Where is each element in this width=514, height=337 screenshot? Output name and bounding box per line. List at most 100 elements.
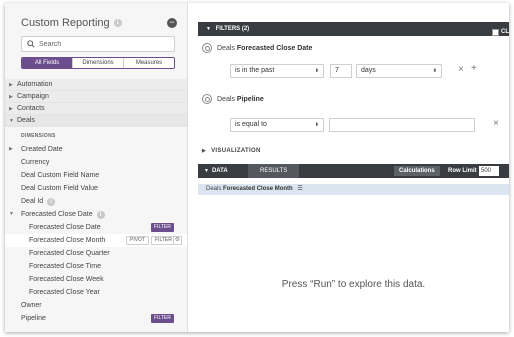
pivot-button[interactable]: PIVOT [126, 236, 150, 245]
field-label: Owner [21, 302, 42, 309]
tab-data-label: DATA [211, 168, 228, 174]
category-label: Campaign [17, 93, 49, 100]
remove-filter-icon[interactable]: × [458, 64, 464, 75]
category-automation[interactable]: ▶ Automation [5, 79, 187, 91]
field-deal-custom-field-value[interactable]: Deal Custom Field Value [5, 182, 187, 195]
caret-down-icon: ▼ [206, 26, 211, 32]
field-label: Forecasted Close Month [29, 237, 106, 244]
select-value: is equal to [235, 121, 267, 128]
empty-state-message: Press “Run” to explore this data. [281, 279, 426, 290]
app-title: Custom Reporting i [21, 17, 122, 29]
filter-tag[interactable]: FILTER [151, 314, 174, 323]
filters-title: FILTERS (2) [215, 26, 250, 32]
field-label: Forecasted Close Year [29, 289, 100, 296]
caret-down-icon: ▼ [9, 118, 14, 124]
field-label: Deal Custom Field Value [21, 185, 98, 192]
visualization-toggle[interactable]: ▶ VISUALIZATION [202, 148, 261, 154]
segment-dimensions[interactable]: Dimensions [72, 58, 123, 68]
field-forecasted-close-date[interactable]: Forecasted Close Date FILTER [5, 221, 187, 234]
segment-all-fields[interactable]: All Fields [22, 58, 72, 68]
category-list: ▶ Automation ▶ Campaign ▶ Contacts ▼ Dea… [5, 79, 187, 127]
field-deal-custom-field-name[interactable]: Deal Custom Field Name [5, 169, 187, 182]
sort-icon[interactable]: ☰ [297, 186, 302, 192]
segment-measures[interactable]: Measures [123, 58, 174, 68]
caret-down-icon: ▼ [204, 168, 209, 174]
dimensions-heading: DIMENSIONS [21, 133, 56, 139]
clear-label: CL [501, 29, 509, 35]
field-label: Forecasted Close Date [21, 211, 93, 218]
filter-value-input[interactable] [329, 118, 475, 132]
column-header: Deals Forecasted Close Month ☰ [198, 184, 509, 195]
caret-right-icon: ▶ [9, 94, 13, 100]
calculations-button[interactable]: Calculations [394, 166, 440, 176]
field-label: Forecasted Close Week [29, 276, 104, 283]
gear-icon[interactable] [202, 94, 212, 104]
field-pipeline[interactable]: Pipeline FILTER [5, 312, 187, 325]
field-label: Pipeline [21, 315, 46, 322]
field-forecasted-close-date-group[interactable]: ▼ Forecasted Close Date i [5, 208, 187, 221]
info-icon[interactable]: i [96, 211, 105, 219]
info-icon[interactable]: i [113, 19, 122, 27]
select-arrows-icon: ⬍ [314, 122, 319, 128]
filter-tag[interactable]: FILTER [151, 223, 174, 232]
filter-unit-select[interactable]: days ⬍ [356, 64, 442, 78]
category-label: Deals [17, 117, 35, 124]
visualization-label: VISUALIZATION [211, 148, 261, 154]
app-title-text: Custom Reporting [21, 17, 110, 29]
filter-value-input[interactable]: 7 [330, 64, 352, 78]
info-icon[interactable]: i [47, 198, 56, 206]
row-limit-label: Row Limit [448, 168, 477, 174]
app-window: Custom Reporting i − All Fields Dimensio… [5, 3, 509, 332]
category-deals[interactable]: ▼ Deals [5, 115, 187, 127]
field-forecasted-close-time[interactable]: Forecasted Close Time [5, 260, 187, 273]
add-filter-icon[interactable]: + [471, 63, 477, 74]
collapse-sidebar-button[interactable]: − [167, 18, 177, 28]
filter-field-prefix: Deals [217, 44, 235, 52]
field-label: Forecasted Close Time [29, 263, 101, 270]
select-arrows-icon: ⬍ [432, 68, 437, 74]
gear-icon[interactable]: ⚙ [173, 236, 182, 245]
row-limit-input[interactable]: 500 [479, 166, 499, 176]
checkbox-icon [492, 28, 499, 36]
field-type-toggle: All Fields Dimensions Measures [21, 57, 175, 69]
field-deal-id[interactable]: Deal Id i [5, 195, 187, 208]
filter-operator-select[interactable]: is in the past ⬍ [230, 64, 324, 78]
search-input[interactable] [39, 40, 169, 48]
caret-right-icon: ▶ [9, 106, 13, 112]
remove-filter-icon[interactable]: × [493, 118, 499, 129]
main-panel: ▼ FILTERS (2) CL Deals Forecasted Close … [188, 3, 509, 332]
tab-results[interactable]: RESULTS [248, 164, 300, 178]
column-prefix: Deals [206, 186, 222, 192]
filter-row-label: Deals Forecasted Close Date [202, 43, 312, 53]
caret-right-icon: ▶ [9, 146, 13, 152]
field-list: ▶ Created Date Currency Deal Custom Fiel… [5, 143, 187, 325]
field-owner[interactable]: Owner [5, 299, 187, 312]
category-contacts[interactable]: ▶ Contacts [5, 103, 187, 115]
category-label: Contacts [17, 105, 45, 112]
caret-right-icon: ▶ [202, 148, 207, 154]
select-value: is in the past [235, 67, 275, 74]
field-label: Forecasted Close Date [29, 224, 101, 231]
filter-row-label: Deals Pipeline [202, 94, 264, 104]
category-campaign[interactable]: ▶ Campaign [5, 91, 187, 103]
gear-icon[interactable] [202, 43, 212, 53]
field-label: Deal Id [21, 198, 44, 205]
filter-field-name: Pipeline [236, 95, 264, 103]
field-forecasted-close-week[interactable]: Forecasted Close Week [5, 273, 187, 286]
clear-filters-checkbox[interactable]: CL [492, 25, 509, 39]
filter-operator-select[interactable]: is equal to ⬍ [230, 118, 324, 132]
column-field-name[interactable]: Forecasted Close Month [223, 186, 293, 192]
search-icon [27, 40, 35, 48]
field-forecasted-close-quarter[interactable]: Forecasted Close Quarter [5, 247, 187, 260]
caret-down-icon: ▼ [9, 211, 14, 217]
data-header: ▼ DATA RESULTS Calculations Row Limit 500 [198, 164, 509, 178]
field-forecasted-close-year[interactable]: Forecasted Close Year [5, 286, 187, 299]
filters-header[interactable]: ▼ FILTERS (2) CL [198, 22, 509, 36]
field-currency[interactable]: Currency [5, 156, 187, 169]
select-value: days [361, 67, 376, 74]
tab-data[interactable]: ▼ DATA [204, 164, 228, 178]
field-forecasted-close-month[interactable]: Forecasted Close Month PIVOT FILTER ⚙ [5, 234, 187, 247]
field-search[interactable] [21, 36, 175, 52]
field-created-date[interactable]: ▶ Created Date [5, 143, 187, 156]
select-arrows-icon: ⬍ [314, 68, 319, 74]
